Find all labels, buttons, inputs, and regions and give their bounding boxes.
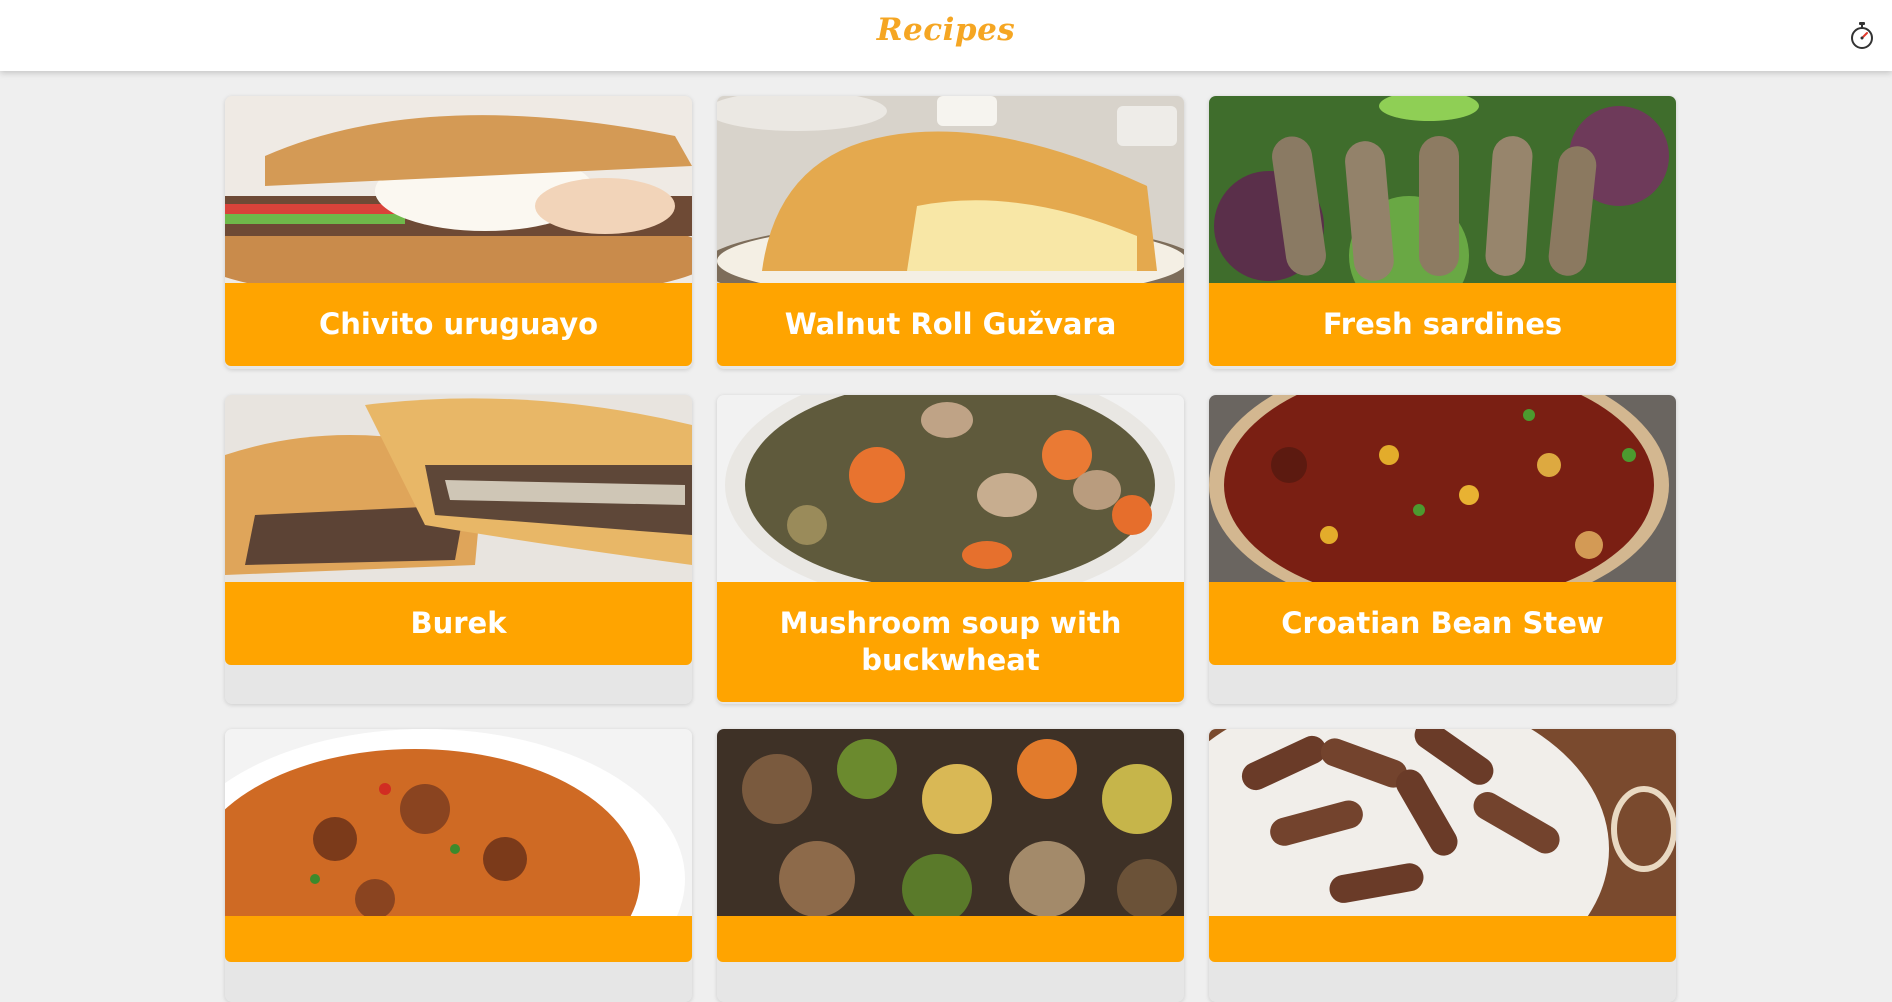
top-bar: Recipes <box>0 0 1892 71</box>
recipe-card[interactable]: Croatian Bean Stew <box>1209 395 1676 704</box>
recipe-title: Mushroom soup with buckwheat <box>717 582 1184 702</box>
chivito-sandwich-photo <box>225 96 692 283</box>
walnut-roll-photo <box>717 96 1184 283</box>
recipe-title <box>225 916 692 962</box>
recipe-title: Croatian Bean Stew <box>1209 582 1676 665</box>
recipe-title <box>1209 916 1676 962</box>
recipe-title: Burek <box>225 582 692 665</box>
stopwatch-icon[interactable] <box>1849 21 1875 51</box>
recipe-card[interactable]: Walnut Roll Gužvara <box>717 96 1184 369</box>
recipe-title <box>717 916 1184 962</box>
recipe-card[interactable]: Burek <box>225 395 692 704</box>
recipe-title: Walnut Roll Gužvara <box>717 283 1184 366</box>
goulash-photo <box>225 729 692 916</box>
recipe-card[interactable] <box>1209 729 1676 1002</box>
recipe-card[interactable] <box>225 729 692 1002</box>
recipe-card[interactable]: Mushroom soup with buckwheat <box>717 395 1184 704</box>
cevapi-photo <box>1209 729 1676 916</box>
recipe-card[interactable] <box>717 729 1184 1002</box>
mushroom-soup-photo <box>717 395 1184 582</box>
app-logo[interactable]: Recipes <box>0 12 1892 48</box>
burek-photo <box>225 395 692 582</box>
bean-stew-photo <box>1209 395 1676 582</box>
sardines-photo <box>1209 96 1676 283</box>
recipe-title: Fresh sardines <box>1209 283 1676 366</box>
recipe-card[interactable]: Chivito uruguayo <box>225 96 692 369</box>
recipe-title: Chivito uruguayo <box>225 283 692 366</box>
roasted-meat-vegetables-photo <box>717 729 1184 916</box>
recipe-card[interactable]: Fresh sardines <box>1209 96 1676 369</box>
